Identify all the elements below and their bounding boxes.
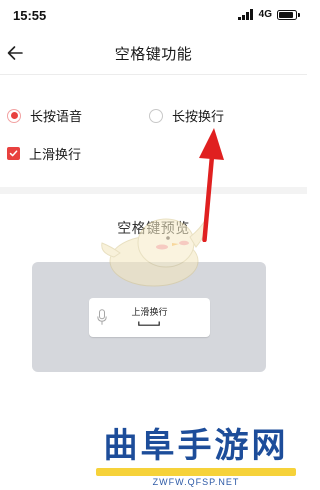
space-key-settings-screen: 15:55 4G 空格键功能 长按语音 长按换行 上滑换行 空格键预览 上滑换行… [0,0,307,490]
title-bar: 空格键功能 [0,34,307,74]
option-label-long-press-newline: 长按换行 [172,110,225,125]
space-bar-glyph-icon [138,321,160,326]
watermark-url: ZWFW.QFSP.NET [152,477,240,487]
radio-button-long-press-newline[interactable] [149,108,163,123]
radio-option-long-press-newline[interactable]: 长按换行 [149,106,224,125]
section-divider [0,187,307,194]
header-divider [0,74,307,75]
option-label-long-press-voice: 长按语音 [30,110,83,125]
checkbox-swipe-up-newline[interactable] [7,147,20,160]
option-label-swipe-up-newline: 上滑换行 [29,148,82,163]
radio-button-long-press-voice[interactable] [7,108,21,123]
radio-option-long-press-voice[interactable]: 长按语音 [7,106,82,125]
space-key-preview: 上滑换行 [89,298,210,337]
status-indicators: 4G [238,9,300,20]
watermark-underline-bar [96,468,296,476]
checkbox-option-swipe-up-newline[interactable]: 上滑换行 [7,144,81,163]
network-type: 4G [258,9,272,20]
preview-title: 空格键预览 [117,221,190,237]
battery-icon [277,9,300,20]
space-key-label: 上滑换行 [131,308,168,318]
checkmark-icon [9,150,18,157]
site-watermark: 曲阜手游网 ZWFW.QFSP.NET [88,426,304,488]
status-bar: 15:55 4G [0,0,307,34]
watermark-title: 曲阜手游网 [103,426,289,466]
status-time: 15:55 [13,8,47,23]
page-title: 空格键功能 [114,45,193,63]
signal-strength-icon [238,9,253,20]
battery-level [279,11,293,18]
